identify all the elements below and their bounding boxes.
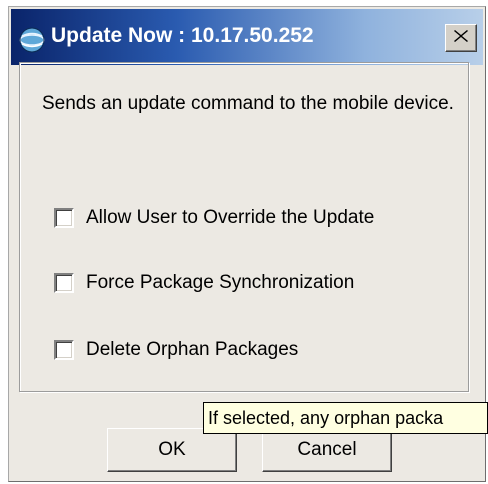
force-sync-checkbox[interactable] bbox=[54, 273, 74, 293]
dialog-title: Update Now : 10.17.50.252 bbox=[51, 24, 314, 47]
cancel-button[interactable]: Cancel bbox=[262, 428, 392, 472]
close-icon bbox=[454, 29, 468, 47]
delete-orphan-checkbox[interactable] bbox=[54, 340, 74, 360]
force-sync-option[interactable]: Force Package Synchronization bbox=[54, 268, 354, 298]
title-bar[interactable]: Update Now : 10.17.50.252 bbox=[11, 9, 483, 65]
ok-button[interactable]: OK bbox=[107, 428, 237, 472]
tooltip: If selected, any orphan packa bbox=[203, 402, 488, 434]
delete-orphan-label[interactable]: Delete Orphan Packages bbox=[86, 339, 298, 361]
force-sync-label[interactable]: Force Package Synchronization bbox=[86, 272, 354, 294]
globe-app-icon bbox=[19, 27, 45, 53]
override-update-option[interactable]: Allow User to Override the Update bbox=[54, 203, 374, 233]
description-text: Sends an update command to the mobile de… bbox=[42, 93, 454, 114]
override-update-checkbox[interactable] bbox=[54, 208, 74, 228]
override-update-label[interactable]: Allow User to Override the Update bbox=[86, 207, 374, 229]
delete-orphan-option[interactable]: Delete Orphan Packages bbox=[54, 335, 298, 365]
close-button[interactable] bbox=[445, 24, 477, 52]
